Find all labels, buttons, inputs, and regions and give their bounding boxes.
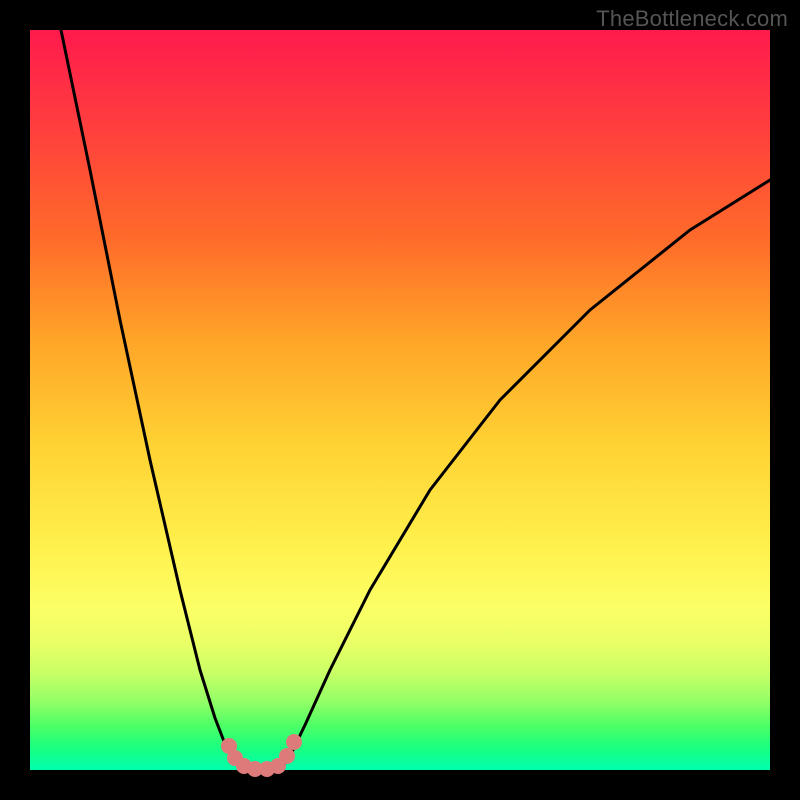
valley-marker [279,748,295,764]
valley-marker [286,734,302,750]
marker-layer [30,30,770,770]
plot-area [30,30,770,770]
watermark-text: TheBottleneck.com [596,6,788,32]
